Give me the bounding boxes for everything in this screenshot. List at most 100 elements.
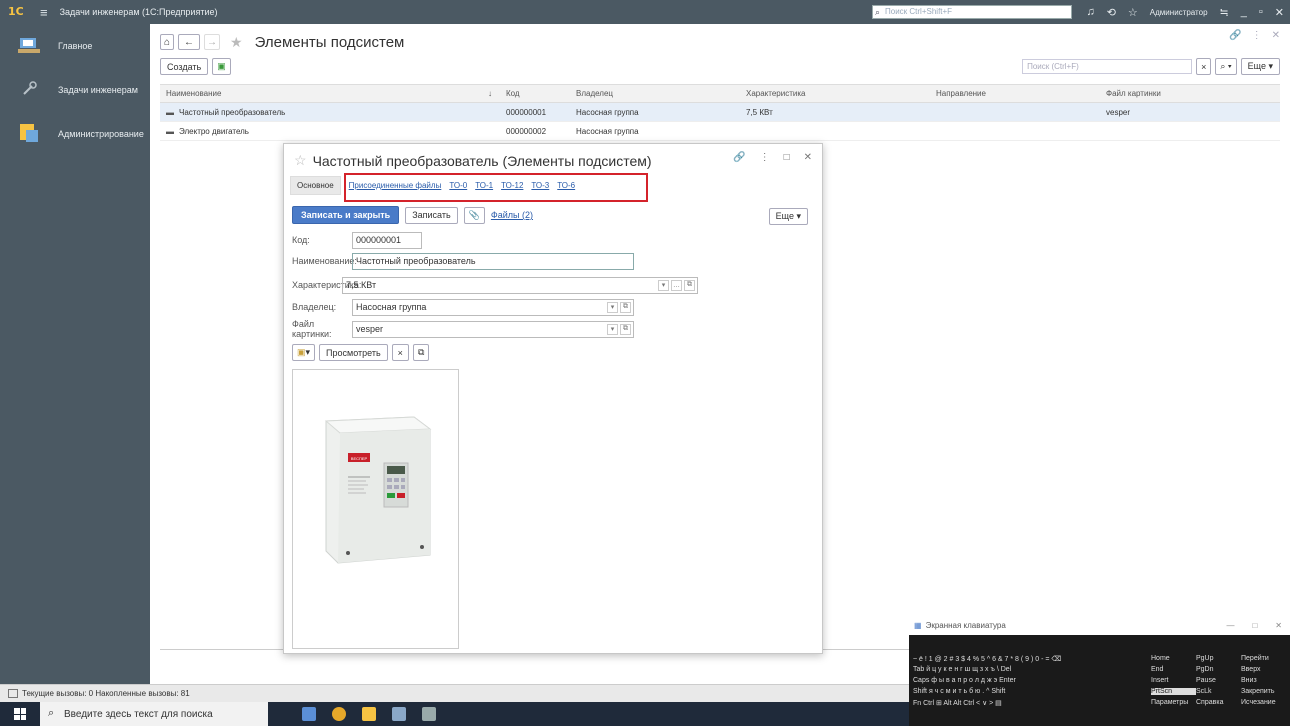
sidebar-item-engineer-tasks[interactable]: Задачи инженерам [0, 68, 150, 112]
key-pgdn[interactable]: PgDn [1196, 666, 1241, 673]
dropdown-icon[interactable]: ▾ [607, 301, 618, 313]
favorites-star-icon[interactable]: ☆ [1128, 6, 1138, 19]
column-header-direction[interactable]: Направление [930, 89, 1100, 98]
history-icon[interactable]: ⟲ [1107, 6, 1116, 19]
keyboard-row: Параметры Справка Исчезание [1151, 697, 1287, 708]
dialog-more-button[interactable]: Еще ▾ [768, 208, 808, 225]
table-row[interactable]: ▬ Электро двигатель 000000002 Насосная гр… [160, 122, 1280, 141]
link-icon[interactable]: 🔗 [1229, 30, 1241, 41]
key-pause[interactable]: Pause [1196, 677, 1241, 684]
page-title: Элементы подсистем [254, 33, 405, 51]
files-link[interactable]: Файлы (2) [491, 210, 533, 220]
taskbar-search-input[interactable]: ⌕ Введите здесь текст для поиска [40, 702, 268, 726]
global-search-input[interactable]: ⌕ Поиск Ctrl+Shift+F [872, 5, 1072, 19]
close-icon[interactable]: ✕ [1275, 621, 1282, 630]
search-button[interactable]: ⌕ ▾ [1215, 58, 1237, 75]
table-row[interactable]: ▬ Частотный преобразователь 000000001 Нас… [160, 103, 1280, 122]
clear-search-button[interactable]: × [1196, 58, 1212, 75]
key-options[interactable]: Параметры [1151, 699, 1196, 706]
back-button[interactable]: ← [178, 34, 201, 50]
save-button[interactable]: Записать [405, 206, 458, 224]
home-icon: ⌂ [164, 36, 171, 48]
tool-app-icon[interactable] [422, 707, 436, 721]
close-icon[interactable]: ✕ [1275, 6, 1284, 19]
cell-name-text: Электро двигатель [179, 126, 249, 136]
minimize-icon[interactable]: — [1226, 621, 1234, 630]
maximize-icon[interactable]: □ [784, 152, 790, 163]
dialog-header: ☆ Частотный преобразователь (Элементы по… [294, 152, 652, 169]
list-search-input[interactable]: Поиск (Ctrl+F) [1022, 59, 1193, 74]
more-button[interactable]: Еще ▾ [1240, 58, 1280, 75]
keyboard-title: Экранная клавиатура [925, 620, 1006, 630]
windows-start-icon[interactable] [14, 708, 26, 720]
open-image-link-button[interactable]: ⧉ [412, 344, 430, 361]
sidebar-item-administration[interactable]: Администрирование [0, 112, 150, 156]
home-button[interactable]: ⌂ [160, 34, 175, 50]
key-up[interactable]: Вверх [1241, 666, 1286, 673]
tab-main[interactable]: Основное [290, 176, 341, 195]
column-header-name[interactable]: Наименование ↓ [160, 89, 500, 98]
dropdown-icon[interactable]: ▾ [658, 279, 669, 291]
close-icon[interactable]: ✕ [804, 152, 812, 163]
more-vertical-icon[interactable]: ⋮ [760, 152, 770, 163]
code-field[interactable]: 000000001 [352, 231, 422, 249]
1c-app-icon[interactable] [362, 707, 376, 721]
column-header-code[interactable]: Код [500, 89, 570, 98]
file-explorer-icon[interactable] [302, 707, 316, 721]
close-page-icon[interactable]: ✕ [1272, 30, 1280, 41]
dropdown-icon[interactable]: ▾ [607, 323, 618, 335]
forward-button[interactable]: → [204, 34, 221, 50]
network-app-icon[interactable] [392, 707, 406, 721]
name-row: Наименование: Частотный преобразователь [292, 252, 634, 270]
user-name[interactable]: Администратор [1150, 8, 1208, 17]
key-home[interactable]: Home [1151, 655, 1196, 662]
maximize-icon[interactable]: □ [1252, 621, 1257, 630]
settings-menu-icon[interactable]: ≒ [1220, 6, 1229, 19]
owner-field[interactable]: Насосная группа ▾ ⧉ [352, 298, 634, 316]
key-pin[interactable]: Закрепить [1241, 688, 1286, 695]
copy-button[interactable]: ▣ [212, 58, 231, 75]
key-help[interactable]: Справка [1196, 699, 1241, 706]
attach-button[interactable]: 📎 [463, 206, 485, 224]
sidebar-item-main[interactable]: Главное [0, 24, 150, 68]
key-down[interactable]: Вниз [1241, 677, 1286, 684]
column-header-owner[interactable]: Владелец [570, 89, 740, 98]
main-menu-icon[interactable]: ≡ [40, 5, 48, 20]
key-sclk[interactable]: ScLk [1196, 688, 1241, 695]
open-link-icon[interactable]: ⧉ [620, 301, 631, 313]
1c-logo-icon: 1С [8, 5, 24, 18]
key-prtscn[interactable]: PrtScn [1151, 688, 1196, 695]
maximize-icon[interactable]: ▫ [1259, 6, 1263, 18]
on-screen-keyboard: ▦ Экранная клавиатура — □ ✕ ~ ё ! 1 @ 2 … [909, 615, 1290, 726]
open-link-icon[interactable]: ⧉ [684, 279, 695, 291]
image-menu-button[interactable]: ▣ ▾ [292, 344, 316, 361]
paperclip-icon: 📎 [468, 209, 480, 220]
clear-image-button[interactable]: × [391, 344, 409, 361]
favorite-star-icon[interactable]: ☆ [294, 152, 307, 169]
view-button[interactable]: Просмотреть [319, 344, 388, 361]
key-fade[interactable]: Исчезание [1241, 699, 1286, 706]
key-end[interactable]: End [1151, 666, 1196, 673]
status-text: Текущие вызовы: 0 Накопленные вызовы: 81 [22, 689, 190, 698]
characteristic-field[interactable]: 7,5 КВт ▾… ⧉ [342, 276, 698, 294]
bell-icon[interactable]: ♫ [1086, 6, 1094, 18]
open-link-icon[interactable]: ⧉ [620, 323, 631, 335]
image-file-field[interactable]: vesper ▾ ⧉ [352, 320, 634, 338]
key-insert[interactable]: Insert [1151, 677, 1196, 684]
select-ellipsis-icon[interactable]: … [671, 279, 682, 291]
chrome-browser-icon[interactable] [332, 707, 346, 721]
key-pgup[interactable]: PgUp [1196, 655, 1241, 662]
key-goto[interactable]: Перейти [1241, 655, 1286, 662]
create-button[interactable]: Создать [160, 58, 209, 75]
column-header-image-file[interactable]: Файл картинки [1100, 89, 1280, 98]
save-and-close-button[interactable]: Записать и закрыть [292, 206, 400, 224]
more-vertical-icon[interactable]: ⋮ [1252, 30, 1262, 41]
admin-computer-icon [20, 124, 38, 142]
minimize-icon[interactable]: _ [1241, 6, 1247, 18]
keyboard-row: End PgDn Вверх [1151, 664, 1287, 675]
column-header-characteristic[interactable]: Характеристика [740, 89, 930, 98]
search-icon: ⌕ ▾ [1220, 61, 1232, 71]
name-field[interactable]: Частотный преобразователь [352, 252, 634, 270]
link-icon[interactable]: 🔗 [733, 152, 745, 163]
favorite-star-icon[interactable]: ★ [230, 34, 243, 51]
